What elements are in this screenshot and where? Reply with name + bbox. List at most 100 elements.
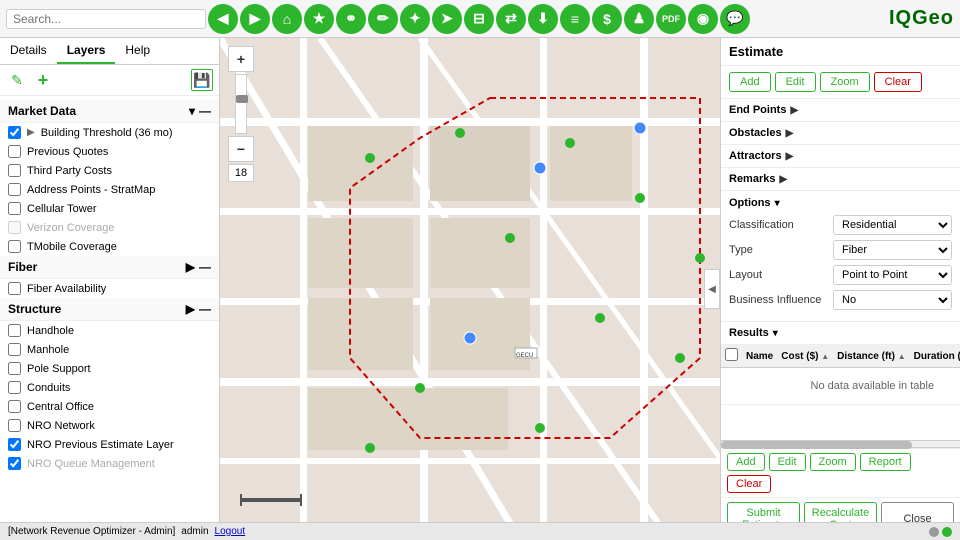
address-points-checkbox[interactable] — [8, 183, 21, 196]
list-button[interactable]: ≡ — [560, 4, 590, 34]
tmobile-coverage-checkbox[interactable] — [8, 240, 21, 253]
list-item: Pole Support — [0, 359, 219, 378]
nro-queue-checkbox — [8, 457, 21, 470]
market-data-expand: ▾ — [189, 104, 195, 118]
pdf-button[interactable]: PDF — [656, 4, 686, 34]
cellular-tower-label: Cellular Tower — [27, 203, 211, 215]
fiber-availability-checkbox[interactable] — [8, 282, 21, 295]
type-select[interactable]: Fiber — [833, 240, 952, 260]
manhole-checkbox[interactable] — [8, 343, 21, 356]
logo: IQGeo — [889, 7, 954, 30]
previous-quotes-checkbox[interactable] — [8, 145, 21, 158]
map-area[interactable]: GECU + − 18 ◀ 50 m / 100 ft Map da — [220, 38, 720, 540]
endpoints-section[interactable]: End Points ▶ — [721, 99, 960, 122]
zoom-out-button[interactable]: − — [228, 136, 254, 162]
no-data-text: No data available in table — [721, 368, 960, 405]
results-clear-button[interactable]: Clear — [727, 475, 771, 493]
estimate-edit-button[interactable]: Edit — [775, 72, 816, 92]
tab-details[interactable]: Details — [0, 38, 57, 64]
map-collapse-button[interactable]: ◀ — [704, 269, 720, 309]
fiber-availability-label: Fiber Availability — [27, 283, 211, 295]
star-button[interactable]: ★ — [304, 4, 334, 34]
business-influence-select[interactable]: No — [833, 290, 952, 310]
estimate-add-button[interactable]: Add — [729, 72, 771, 92]
remarks-section[interactable]: Remarks ▶ — [721, 168, 960, 191]
nro-network-checkbox[interactable] — [8, 419, 21, 432]
dollar-button[interactable]: $ — [592, 4, 622, 34]
manhole-label: Manhole — [27, 344, 211, 356]
results-add-button[interactable]: Add — [727, 453, 765, 471]
chat-button[interactable]: 💬 — [720, 4, 750, 34]
panel-edit-button[interactable]: ✎ — [6, 69, 28, 91]
estimate-title: Estimate — [721, 38, 960, 66]
verizon-coverage-checkbox — [8, 221, 21, 234]
verizon-coverage-label: Verizon Coverage — [27, 222, 211, 234]
remarks-arrow: ▶ — [779, 174, 787, 185]
fiber-section[interactable]: Fiber ▶ — — [0, 256, 219, 279]
zoom-slider[interactable] — [235, 74, 247, 134]
app-label: [Network Revenue Optimizer - Admin] — [8, 526, 175, 537]
fiber-expand: ▶ — [186, 260, 195, 274]
list-item: ▶ Building Threshold (36 mo) — [0, 123, 219, 142]
download-button[interactable]: ⬇ — [528, 4, 558, 34]
endpoints-label: End Points — [729, 104, 786, 116]
estimate-zoom-button[interactable]: Zoom — [820, 72, 870, 92]
right-panel: Estimate Add Edit Zoom Clear End Points … — [720, 38, 960, 540]
results-zoom-button[interactable]: Zoom — [810, 453, 856, 471]
back-button[interactable]: ◀ — [208, 4, 238, 34]
results-table: Name Cost ($) ▲ Distance (ft) ▲ Duration… — [721, 345, 960, 440]
nav-button[interactable]: ➤ — [432, 4, 462, 34]
tag-button[interactable]: ✦ — [400, 4, 430, 34]
link-button[interactable]: ⚭ — [336, 4, 366, 34]
results-label: Results — [729, 327, 769, 339]
zoom-in-button[interactable]: + — [228, 46, 254, 72]
print-button[interactable]: ⊟ — [464, 4, 494, 34]
endpoints-arrow: ▶ — [790, 105, 798, 116]
conduits-checkbox[interactable] — [8, 381, 21, 394]
col-name: Name — [742, 345, 777, 368]
structure-section[interactable]: Structure ▶ — — [0, 298, 219, 321]
attractors-section[interactable]: Attractors ▶ — [721, 145, 960, 168]
results-scrollbar[interactable] — [721, 440, 960, 448]
list-item: Central Office — [0, 397, 219, 416]
estimate-clear-button[interactable]: Clear — [874, 72, 922, 92]
forward-button[interactable]: ▶ — [240, 4, 270, 34]
panel-add-button[interactable]: + — [32, 69, 54, 91]
results-edit-button[interactable]: Edit — [769, 453, 806, 471]
people-button[interactable]: ♟ — [624, 4, 654, 34]
third-party-checkbox[interactable] — [8, 164, 21, 177]
nro-previous-checkbox[interactable] — [8, 438, 21, 451]
layout-select[interactable]: Point to Point — [833, 265, 952, 285]
estimate-table: Name Cost ($) ▲ Distance (ft) ▲ Duration… — [721, 345, 960, 405]
options-header[interactable]: Options ▾ — [729, 197, 952, 209]
location-button[interactable]: ◉ — [688, 4, 718, 34]
cellular-tower-checkbox[interactable] — [8, 202, 21, 215]
classification-select[interactable]: Residential — [833, 215, 952, 235]
home-button[interactable]: ⌂ — [272, 4, 302, 34]
obstacles-section[interactable]: Obstacles ▶ — [721, 122, 960, 145]
status-dots — [929, 527, 952, 537]
tab-layers[interactable]: Layers — [57, 38, 116, 64]
central-office-label: Central Office — [27, 401, 211, 413]
logout-link[interactable]: Logout — [215, 526, 246, 537]
fiber-label: Fiber — [8, 260, 37, 274]
results-header[interactable]: Results ▾ — [721, 322, 960, 345]
panel-save-button[interactable]: 💾 — [191, 69, 213, 91]
results-report-button[interactable]: Report — [860, 453, 911, 471]
select-all-checkbox[interactable] — [725, 348, 738, 361]
attractors-label: Attractors — [729, 150, 782, 162]
search-input[interactable] — [6, 9, 206, 29]
pole-support-checkbox[interactable] — [8, 362, 21, 375]
tab-help[interactable]: Help — [115, 38, 160, 64]
results-arrow: ▾ — [773, 328, 778, 339]
central-office-checkbox[interactable] — [8, 400, 21, 413]
type-row: Type Fiber — [729, 240, 952, 260]
building-threshold-checkbox[interactable] — [8, 126, 21, 139]
classification-row: Classification Residential — [729, 215, 952, 235]
list-item: TMobile Coverage — [0, 237, 219, 256]
share-button[interactable]: ⇄ — [496, 4, 526, 34]
business-influence-label: Business Influence — [729, 294, 829, 306]
handhole-checkbox[interactable] — [8, 324, 21, 337]
market-data-section[interactable]: Market Data ▾ — — [0, 100, 219, 123]
edit-button[interactable]: ✏ — [368, 4, 398, 34]
